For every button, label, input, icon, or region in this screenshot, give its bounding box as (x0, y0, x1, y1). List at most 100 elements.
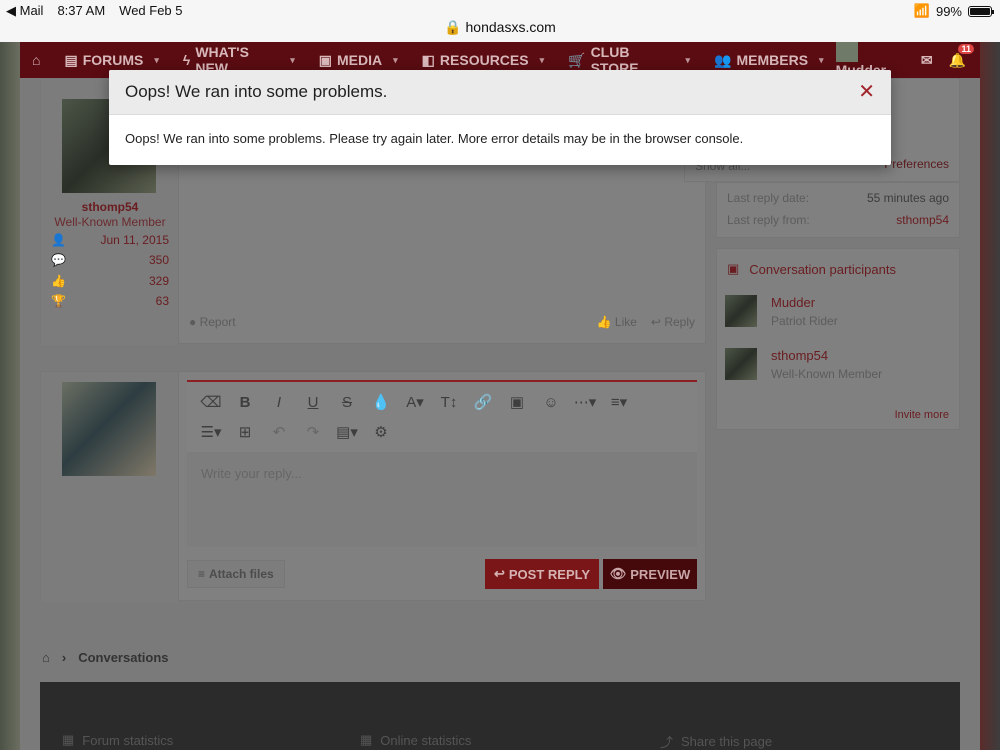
reply-icon: ↩ (493, 566, 505, 581)
post-reply-label: POST REPLY (508, 566, 591, 582)
color-drop-icon[interactable]: 💧 (365, 388, 397, 416)
toggle-bbcode-icon[interactable]: ▤▾ (331, 418, 363, 446)
participant-title: Patriot Rider (771, 314, 838, 328)
dialog-title: Oops! We ran into some problems. (125, 82, 388, 101)
home-icon[interactable]: ⌂ (20, 42, 52, 78)
font-size-icon[interactable]: T↕ (433, 388, 465, 416)
editor-toolbar: ⌫ B I U S 💧 A▾ T↕ 🔗 ▣ ☺ ⋯▾ ≡▾ ☰▾ ⊞ ↶ ↷ ▤… (187, 382, 657, 452)
message-user-title: Well-Known Member (54, 215, 166, 229)
resources-icon: ◧ (421, 51, 435, 68)
participant-name[interactable]: sthomp54 (771, 348, 882, 363)
page: ⌂ ▤ FORUMS ▾ ϟ WHAT'S NEW ▾ ▣ MEDIA ▾ ◧ RESOURC… (0, 42, 1000, 750)
battery-icon (968, 5, 994, 17)
people-icon: ▣ (727, 261, 740, 276)
thumbs-up-icon: 👍 (596, 315, 612, 329)
reply-placeholder: Write your reply... (201, 466, 302, 481)
user-icon: 👤 (51, 233, 66, 247)
reply-link[interactable]: ↩ Reply (651, 315, 695, 329)
reply-textarea[interactable]: Write your reply... (187, 452, 697, 547)
chevron-down-icon[interactable]: ▾ (154, 55, 159, 66)
reply-label: Reply (664, 315, 695, 329)
battery-percent: 99% (935, 3, 962, 19)
table-icon[interactable]: ⊞ (229, 418, 261, 446)
trophy-icon: 🏆 (51, 294, 66, 308)
redo-icon[interactable]: ↷ (297, 418, 329, 446)
italic-icon[interactable]: I (263, 388, 295, 416)
footer: ▦ Forum statistics ▦ Online statistics ⤴ Sh… (40, 682, 960, 750)
chart-icon: ▦ (360, 732, 373, 747)
info-last-reply-from: Last reply from: sthomp54 (727, 213, 949, 227)
messages-icon: 💬 (51, 253, 66, 267)
stat-value: 63 (155, 294, 169, 308)
post-reply-button[interactable]: ↩ POST REPLY (485, 559, 599, 589)
bell-icon[interactable]: 🔔 11 (949, 43, 974, 69)
participant-item[interactable]: sthomp54 Well-Known Member (725, 348, 882, 381)
underline-icon[interactable]: U (297, 388, 329, 416)
chevron-down-icon[interactable]: ▾ (686, 55, 691, 66)
forum-stats-heading: ▦ Forum statistics (62, 732, 173, 748)
chevron-down-icon[interactable]: ▾ (540, 55, 545, 66)
font-family-icon[interactable]: A▾ (399, 388, 431, 416)
bolt-icon: ϟ (182, 52, 191, 68)
undo-icon[interactable]: ↶ (263, 418, 295, 446)
nav-label: RESOURCES (439, 52, 529, 68)
reply-user-panel (41, 372, 179, 602)
alert-count-badge: 11 (958, 43, 974, 54)
status-right: 📶 99% (914, 3, 994, 19)
forums-icon: ▤ (64, 51, 78, 68)
like-label: Like (614, 315, 637, 329)
bold-icon[interactable]: B (229, 388, 261, 416)
info-value-user[interactable]: sthomp54 (896, 213, 949, 227)
participant-name[interactable]: Mudder (771, 295, 838, 310)
chevron-down-icon[interactable]: ▾ (393, 55, 398, 66)
preview-button[interactable]: 👁 PREVIEW (603, 559, 697, 589)
stat-messages: 💬 350 (51, 253, 169, 267)
more-options-icon[interactable]: ⋯▾ (569, 388, 601, 416)
report-label: Report (199, 315, 236, 329)
dialog-message: Oops! We ran into some problems. Please … (125, 131, 744, 146)
online-stats-heading: ▦ Online statistics (360, 732, 471, 748)
participant-title: Well-Known Member (771, 367, 883, 381)
settings-icon[interactable]: ⚙ (365, 418, 397, 446)
url-text: hondasxs.com (465, 19, 556, 35)
envelope-icon[interactable]: ✉ (921, 52, 933, 69)
message-actions: ● Report 👍 Like ↩ Reply (189, 315, 695, 329)
preferences-link[interactable]: Preferences (884, 157, 949, 171)
participant-item[interactable]: Mudder Patriot Rider (725, 295, 838, 328)
online-stats-label: Online statistics (380, 732, 472, 748)
report-link[interactable]: ● Report (189, 315, 236, 329)
forum-stats-label: Forum statistics (82, 732, 174, 748)
date: Wed Feb 5 (119, 3, 183, 18)
cart-icon: 🛒 (568, 51, 586, 68)
address-bar[interactable]: 🔒 hondasxs.com (0, 19, 1000, 36)
image-icon[interactable]: ▣ (501, 388, 533, 416)
conversation-info: Last reply date: 55 minutes ago Last repl… (716, 182, 960, 238)
avatar (62, 382, 156, 476)
strikethrough-icon[interactable]: S (331, 388, 363, 416)
attach-files-button[interactable]: ≡ Attach files (187, 560, 285, 588)
chevron-down-icon[interactable]: ▾ (819, 55, 824, 66)
chevron-down-icon[interactable]: ▾ (290, 55, 295, 66)
chevron-right-icon: › (61, 650, 67, 665)
back-to-mail-link[interactable]: ◀ Mail (6, 3, 43, 19)
status-bar: ◀ Mail 8:37 AM Wed Feb 5 🔒 hondasxs.com … (0, 0, 1000, 42)
info-label: Last reply date: (727, 191, 810, 205)
close-icon[interactable]: ✕ (858, 82, 875, 102)
share-heading: ⤴ Share this page (660, 732, 772, 750)
list-icon[interactable]: ☰▾ (195, 418, 227, 446)
stat-joined: 👤 Jun 11, 2015 (51, 233, 169, 247)
home-icon[interactable]: ⌂ (42, 650, 50, 665)
like-link[interactable]: 👍 Like (597, 315, 637, 329)
breadcrumb-current[interactable]: Conversations (78, 650, 168, 665)
link-icon[interactable]: 🔗 (467, 388, 499, 416)
smiley-icon[interactable]: ☺ (535, 388, 567, 416)
reply-form: ⌫ B I U S 💧 A▾ T↕ 🔗 ▣ ☺ ⋯▾ ≡▾ ☰▾ ⊞ ↶ ↷ ▤… (40, 371, 706, 602)
message-username[interactable]: sthomp54 (41, 200, 179, 214)
members-icon: 👥 (714, 51, 732, 68)
invite-more-link[interactable]: Invite more (895, 409, 949, 421)
attach-label: Attach files (209, 567, 274, 581)
eraser-icon[interactable]: ⌫ (195, 388, 227, 416)
align-icon[interactable]: ≡▾ (603, 388, 635, 416)
share-icon: ⤴ (660, 735, 674, 750)
breadcrumb: ⌂ › Conversations (42, 650, 169, 665)
